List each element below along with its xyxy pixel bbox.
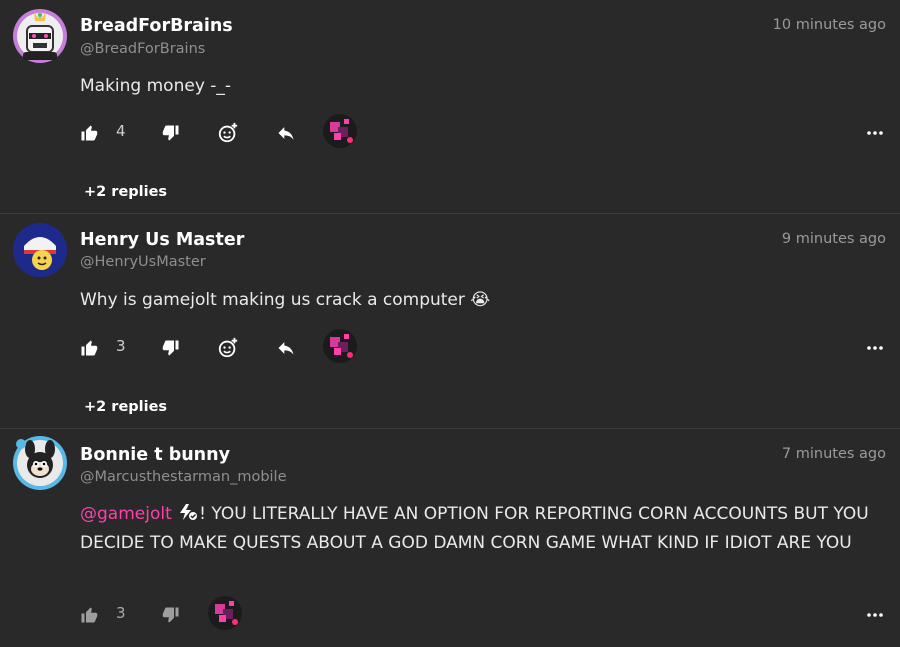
reactor-avatar-icon xyxy=(323,329,357,363)
like-count: 3 xyxy=(116,604,126,622)
timestamp[interactable]: 10 minutes ago xyxy=(773,17,886,33)
reactor-avatar[interactable] xyxy=(322,114,358,148)
reactor-avatar-icon xyxy=(208,596,242,630)
author-name[interactable]: Bonnie t bunny xyxy=(80,445,230,465)
dislike-button[interactable] xyxy=(162,118,180,148)
like-count: 4 xyxy=(116,122,126,140)
author-name[interactable]: BreadForBrains xyxy=(80,16,233,36)
like-button[interactable] xyxy=(80,600,98,630)
comment-actions: 3 xyxy=(80,596,888,630)
comment: BreadForBrains @BreadForBrains 10 minute… xyxy=(0,0,900,214)
reply-icon xyxy=(278,127,294,140)
like-count: 3 xyxy=(116,337,126,355)
thumbs-down-icon xyxy=(162,125,179,141)
comment-body: @gamejolt ! YOU LITERALLY HAVE AN OPTION… xyxy=(80,501,888,557)
dislike-button[interactable] xyxy=(162,333,180,363)
comment-feed: BreadForBrains @BreadForBrains 10 minute… xyxy=(0,0,900,647)
reactor-avatar[interactable] xyxy=(207,596,243,630)
thumbs-up-icon xyxy=(81,607,98,623)
like-button[interactable] xyxy=(80,118,98,148)
thumbs-up-icon xyxy=(81,125,98,141)
author-name[interactable]: Henry Us Master xyxy=(80,230,244,250)
mention-link[interactable]: @gamejolt xyxy=(80,504,172,524)
add-reaction-button[interactable] xyxy=(217,333,239,363)
reply-icon xyxy=(278,342,294,355)
more-options-button[interactable] xyxy=(862,333,888,363)
timestamp[interactable]: 7 minutes ago xyxy=(782,446,886,462)
comment-body: Making money -_- xyxy=(80,76,232,96)
author-handle[interactable]: @Marcusthestarman_mobile xyxy=(80,469,287,485)
comment: Bonnie t bunny @Marcusthestarman_mobile … xyxy=(0,429,900,647)
add-reaction-icon xyxy=(218,337,238,358)
comment-body: Why is gamejolt making us crack a comput… xyxy=(80,290,491,310)
thumbs-up-icon xyxy=(81,340,98,356)
dislike-button[interactable] xyxy=(162,600,180,630)
comment: Henry Us Master @HenryUsMaster 9 minutes… xyxy=(0,214,900,429)
reactor-avatar-icon xyxy=(323,114,357,148)
reply-button[interactable] xyxy=(276,333,296,363)
more-options-icon xyxy=(867,131,883,135)
timestamp[interactable]: 9 minutes ago xyxy=(782,231,886,247)
author-handle[interactable]: @HenryUsMaster xyxy=(80,254,206,270)
more-options-button[interactable] xyxy=(862,118,888,148)
show-replies-button[interactable]: +2 replies xyxy=(84,184,167,200)
reply-button[interactable] xyxy=(276,118,296,148)
thumbs-down-icon xyxy=(162,340,179,356)
thumbs-down-icon xyxy=(162,607,179,623)
add-reaction-icon xyxy=(218,122,238,143)
avatar[interactable] xyxy=(12,8,68,64)
comment-actions: 4 xyxy=(80,114,888,148)
more-options-icon xyxy=(867,346,883,350)
show-replies-button[interactable]: +2 replies xyxy=(84,399,167,415)
more-options-button[interactable] xyxy=(862,600,888,630)
reactor-avatar[interactable] xyxy=(322,329,358,363)
avatar[interactable] xyxy=(12,222,68,278)
avatar[interactable] xyxy=(12,435,68,491)
more-options-icon xyxy=(867,613,883,617)
author-handle[interactable]: @BreadForBrains xyxy=(80,41,205,57)
like-button[interactable] xyxy=(80,333,98,363)
add-reaction-button[interactable] xyxy=(217,118,239,148)
comment-actions: 3 xyxy=(80,329,888,363)
verified-badge-icon xyxy=(177,503,199,530)
